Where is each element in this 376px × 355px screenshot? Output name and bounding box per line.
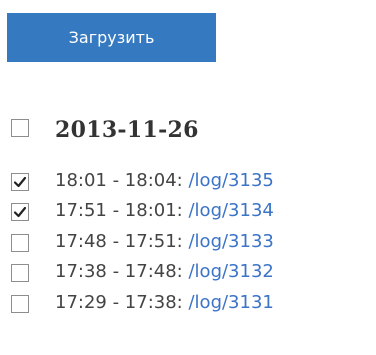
log-row: 17:29 - 17:38: /log/3131 bbox=[0, 289, 376, 319]
log-link[interactable]: /log/3133 bbox=[188, 231, 273, 252]
date-heading: 2013-11-26 bbox=[55, 117, 199, 143]
date-group-checkbox[interactable] bbox=[11, 119, 29, 137]
log-time: 17:51 - 18:01: bbox=[55, 200, 183, 221]
log-row: 17:48 - 17:51: /log/3133 bbox=[0, 228, 376, 258]
log-checkbox[interactable] bbox=[11, 264, 29, 282]
log-time: 18:01 - 18:04: bbox=[55, 170, 183, 191]
log-link[interactable]: /log/3131 bbox=[188, 292, 273, 313]
upload-button-label: Загрузить bbox=[68, 28, 155, 47]
log-row: 17:38 - 17:48: /log/3132 bbox=[0, 258, 376, 288]
log-link[interactable]: /log/3134 bbox=[188, 200, 273, 221]
log-checkbox[interactable] bbox=[11, 295, 29, 313]
checkmark-icon bbox=[13, 206, 27, 218]
log-row: 18:01 - 18:04: /log/3135 bbox=[0, 167, 376, 197]
upload-button[interactable]: Загрузить bbox=[7, 13, 216, 62]
log-checkbox[interactable] bbox=[11, 173, 29, 191]
checkmark-icon bbox=[13, 176, 27, 188]
log-link[interactable]: /log/3132 bbox=[188, 261, 273, 282]
log-time: 17:29 - 17:38: bbox=[55, 292, 183, 313]
log-checkbox[interactable] bbox=[11, 234, 29, 252]
log-row: 17:51 - 18:01: /log/3134 bbox=[0, 197, 376, 227]
log-time: 17:48 - 17:51: bbox=[55, 231, 183, 252]
log-checkbox[interactable] bbox=[11, 203, 29, 221]
log-time: 17:38 - 17:48: bbox=[55, 261, 183, 282]
log-link[interactable]: /log/3135 bbox=[188, 170, 273, 191]
